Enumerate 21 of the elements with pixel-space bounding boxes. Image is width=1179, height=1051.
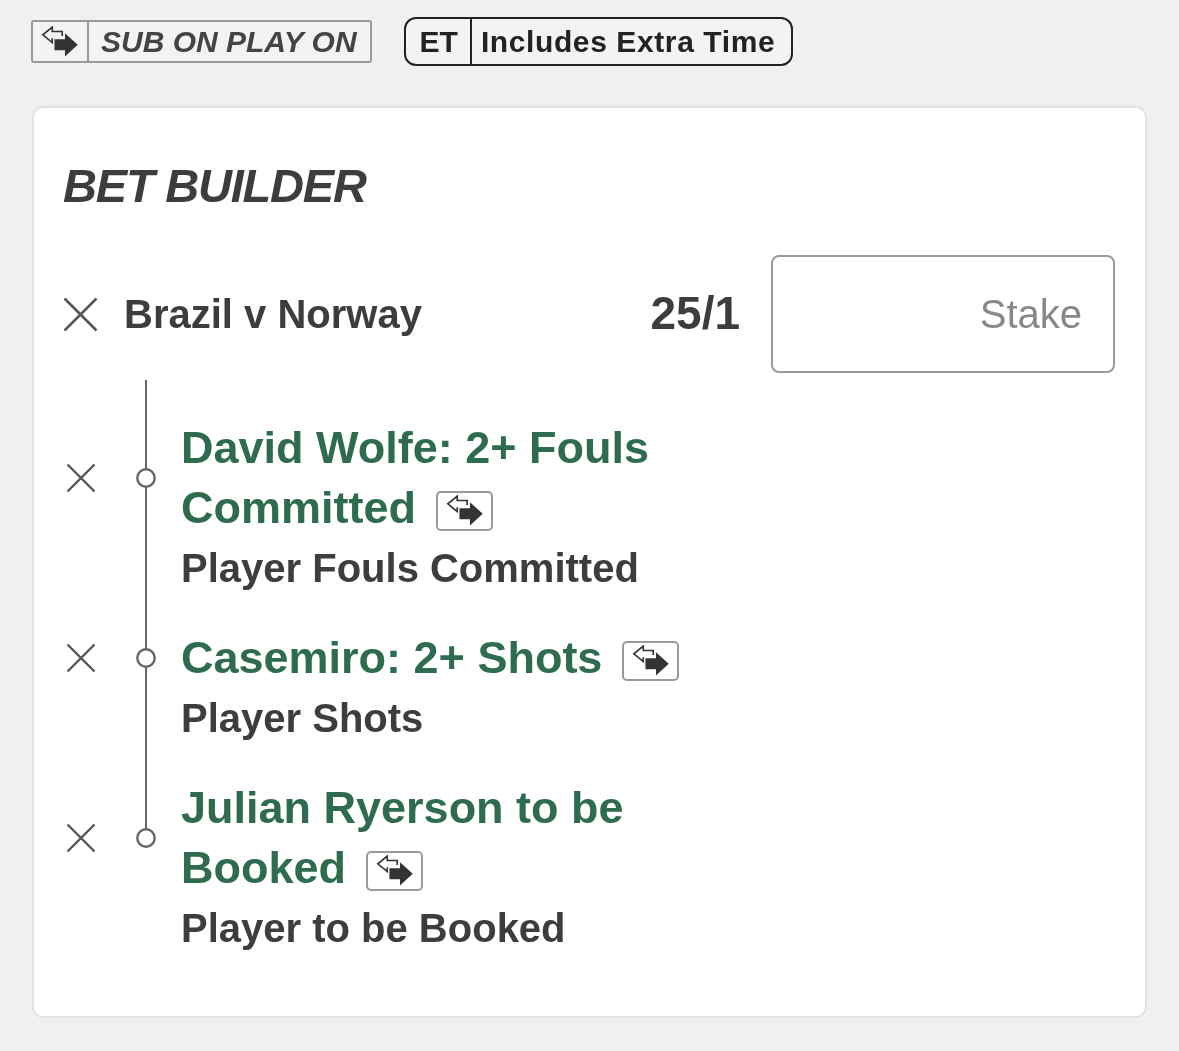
timeline-node-icon (136, 648, 156, 668)
market-name: Player Fouls Committed (181, 545, 640, 592)
close-icon[interactable] (63, 296, 98, 332)
timeline-node-icon (136, 828, 156, 848)
event-name: Brazil v Norway (124, 291, 423, 338)
close-icon[interactable] (66, 823, 96, 853)
selection-title: David Wolfe: 2+ Fouls Committed (181, 422, 649, 533)
card-title: BET BUILDER (63, 158, 368, 214)
stake-field[interactable]: Stake (771, 255, 1115, 373)
close-icon[interactable] (66, 643, 96, 673)
market-name: Player to be Booked (181, 905, 567, 952)
legend-code: ET (418, 23, 459, 60)
legend-label: Includes Extra Time (479, 23, 777, 60)
legend-label: SUB ON PLAY ON (100, 23, 358, 60)
timeline-node-icon (136, 468, 156, 488)
market-name: Player Shots (181, 695, 425, 742)
swap-arrows-icon (41, 26, 79, 57)
odds-value: 25/1 (650, 286, 740, 342)
selection-title: Casemiro: 2+ Shots (181, 632, 603, 683)
close-icon[interactable] (66, 463, 96, 493)
selection-title: Julian Ryerson to be Booked (181, 782, 624, 893)
